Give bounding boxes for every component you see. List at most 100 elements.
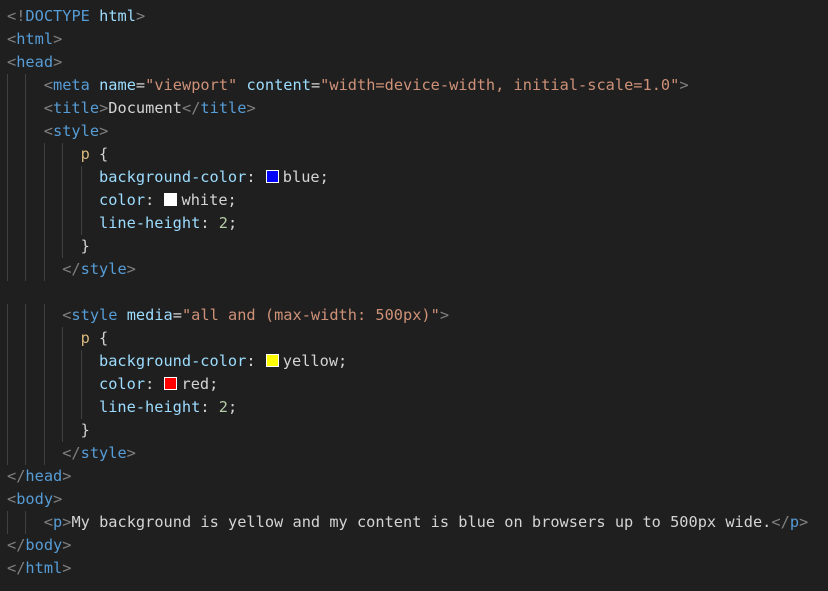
indent-guide <box>62 212 64 235</box>
code-line[interactable]: <meta name="viewport" content="width=dev… <box>7 74 828 97</box>
indent-guide <box>7 143 8 166</box>
code-line-content: line-height: 2; <box>99 212 237 235</box>
token-str: "width=device-width, initial-scale=1.0" <box>320 76 680 94</box>
code-line[interactable]: } <box>7 235 828 258</box>
token-tag: body <box>25 536 63 554</box>
code-line-content: <style> <box>44 120 109 143</box>
indent-guide <box>25 511 27 534</box>
indent-guide <box>43 419 45 442</box>
code-line[interactable]: line-height: 2; <box>7 212 828 235</box>
code-line[interactable]: color: red; <box>7 373 828 396</box>
indent-guide <box>43 235 45 258</box>
code-line-content: <meta name="viewport" content="width=dev… <box>44 74 689 97</box>
token-text: red <box>181 375 210 393</box>
indent-guide <box>7 511 8 534</box>
indent-guide <box>80 212 82 235</box>
token-bracket: > <box>62 536 72 554</box>
indent-guide <box>25 120 27 143</box>
code-line[interactable]: color: white; <box>7 189 828 212</box>
token-text: blue <box>282 168 320 186</box>
color-swatch[interactable] <box>164 193 178 206</box>
code-line[interactable]: p { <box>7 327 828 350</box>
code-line-content: p { <box>81 143 109 166</box>
code-line[interactable]: </head> <box>7 465 828 488</box>
code-line[interactable]: p { <box>7 143 828 166</box>
code-line[interactable] <box>7 281 828 304</box>
indent-guide <box>80 396 82 419</box>
token-attr: media <box>126 306 173 324</box>
code-line-content: <p>My background is yellow and my conten… <box>44 511 808 534</box>
code-line[interactable]: <head> <box>7 51 828 74</box>
indent-guide <box>62 235 64 258</box>
token-bracket: > <box>135 7 146 25</box>
code-line-content: p { <box>81 327 109 350</box>
token-bracket: > <box>53 490 63 508</box>
indent-guide <box>62 419 64 442</box>
code-editor[interactable]: <!DOCTYPE html> <html> <head> <meta name="v… <box>7 5 828 591</box>
indent-guide <box>80 373 82 396</box>
indent-guide <box>43 258 45 281</box>
token-str: "all and (max-width: 500px)" <box>181 306 440 324</box>
indent-guide <box>62 143 64 166</box>
code-line[interactable]: <style media="all and (max-width: 500px)… <box>7 304 828 327</box>
indent-guide <box>7 212 8 235</box>
indent-guide <box>7 235 8 258</box>
code-line[interactable]: background-color: yellow; <box>7 350 828 373</box>
token-bracket: > <box>679 76 689 94</box>
code-line-content: </style> <box>62 258 136 281</box>
code-line[interactable]: background-color: blue; <box>7 166 828 189</box>
token-tag: meta <box>53 76 90 94</box>
token-str: "viewport" <box>145 76 238 94</box>
indent-guide <box>25 419 27 442</box>
code-line[interactable]: <p>My background is yellow and my conten… <box>7 511 828 534</box>
token-punc: ; <box>227 191 237 209</box>
indent-guide <box>7 350 8 373</box>
token-tag: body <box>16 490 54 508</box>
code-line[interactable]: <html> <box>7 28 828 51</box>
token-punc: { <box>89 329 109 347</box>
indent-guide <box>7 120 8 143</box>
color-swatch[interactable] <box>164 377 178 390</box>
indent-guide <box>7 304 8 327</box>
color-swatch[interactable] <box>265 354 279 367</box>
token-bracket: > <box>99 122 109 140</box>
code-line[interactable]: </style> <box>7 258 828 281</box>
indent-guide <box>7 396 8 419</box>
token-prop: color <box>99 191 146 209</box>
code-line[interactable]: </body> <box>7 534 828 557</box>
indent-guide <box>7 373 8 396</box>
code-line[interactable]: <!DOCTYPE html> <box>7 5 828 28</box>
code-line[interactable]: <body> <box>7 488 828 511</box>
token-bracket: </ <box>7 559 26 577</box>
token-num: 2 <box>218 214 228 232</box>
code-line[interactable]: line-height: 2; <box>7 396 828 419</box>
token-prop: line-height <box>99 214 201 232</box>
token-tag: style <box>80 444 127 462</box>
indent-guide <box>43 189 45 212</box>
token-tag: title <box>200 99 247 117</box>
code-line-content: </html> <box>7 557 71 580</box>
token-bracket: > <box>99 99 109 117</box>
indent-guide <box>80 166 82 189</box>
color-swatch[interactable] <box>265 170 279 183</box>
indent-guide <box>7 327 8 350</box>
token-bracket: < <box>43 513 54 531</box>
indent-guide <box>43 442 45 465</box>
indent-guide <box>43 143 45 166</box>
code-line[interactable]: <title>Document</title> <box>7 97 828 120</box>
token-prop: background-color <box>99 168 247 186</box>
code-line[interactable]: </style> <box>7 442 828 465</box>
token-punc: = <box>172 306 182 324</box>
code-line[interactable]: } <box>7 419 828 442</box>
indent-guide <box>7 97 8 120</box>
code-line[interactable]: <style> <box>7 120 828 143</box>
token-punc: ; <box>227 214 238 232</box>
indent-guide <box>25 327 27 350</box>
indent-guide <box>25 143 27 166</box>
token-bracket: > <box>62 559 72 577</box>
indent-guide <box>25 304 27 327</box>
token-attr: html <box>99 7 136 25</box>
indent-guide <box>7 166 8 189</box>
indent-guide <box>7 419 8 442</box>
code-line[interactable]: </html> <box>7 557 828 580</box>
